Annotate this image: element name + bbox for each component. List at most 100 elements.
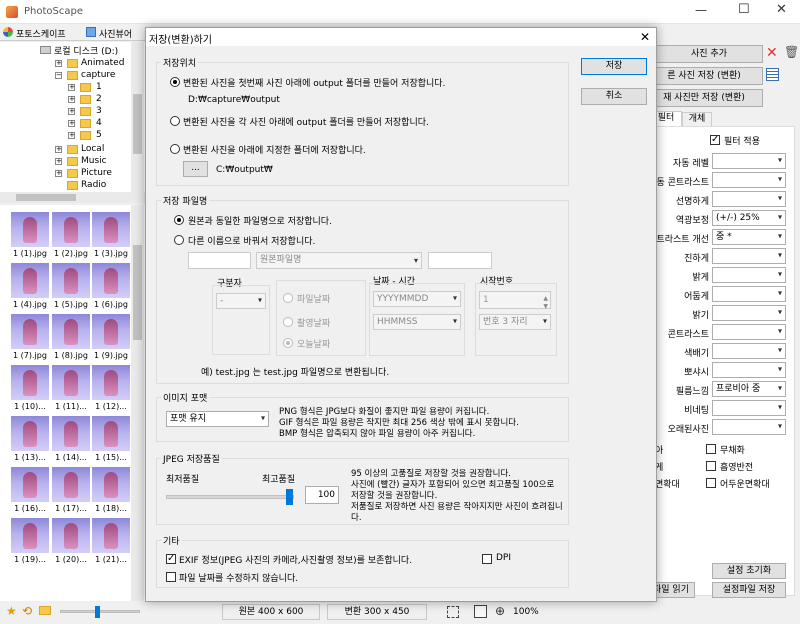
save-current-button[interactable]: 재 사진만 저장 (변환) [645,89,763,107]
filter-select[interactable] [712,419,786,435]
delete-icon[interactable]: ✕ [766,45,778,61]
photo-thumbnail[interactable] [92,467,130,502]
jpeg-quality-input[interactable]: 100 [305,486,339,504]
photo-thumbnail[interactable] [11,212,49,247]
expand-icon[interactable]: + [68,108,75,115]
expand-icon[interactable]: + [68,132,75,139]
reset-settings-button[interactable]: 설정 초기화 [712,563,786,579]
filter-select[interactable] [712,248,786,264]
photo-thumbnail[interactable] [52,212,90,247]
filter-select[interactable] [712,191,786,207]
filter-select[interactable] [712,305,786,321]
minimize-icon[interactable]: — [695,3,707,17]
tree-hscroll-thumb[interactable] [16,194,76,201]
photo-thumbnail[interactable] [11,314,49,349]
filter-select[interactable] [712,343,786,359]
browse-button[interactable]: ... [183,161,208,177]
thumb-size-slider-handle[interactable] [95,606,100,618]
filename-radio-rename[interactable] [174,235,184,245]
add-photo-button[interactable]: 사진 추가 [655,45,763,63]
expand-icon[interactable]: + [55,170,62,177]
zoom-icon[interactable]: ⊕ [495,604,505,618]
format-select[interactable]: 포맷 유지 [166,411,269,427]
filter-apply-checkbox[interactable] [710,133,720,146]
photo-thumbnail[interactable] [11,416,49,451]
rotate-icon[interactable]: ⟲ [22,604,32,618]
digits-select[interactable]: 번호 3 자리 [479,314,551,330]
photo-thumbnail[interactable] [92,314,130,349]
thumb-scroll-thumb[interactable] [133,245,142,340]
tree-scrollbar[interactable] [131,42,144,192]
save-button[interactable]: 저장 [581,58,647,75]
tab-photoscape[interactable]: 포토스케이프 [16,27,66,40]
tab-object[interactable]: 개체 [682,112,712,126]
start-number-stepper[interactable]: 1 ▲ ▼ [479,291,551,310]
filter-select[interactable]: (+/-) 25% [712,210,786,226]
expand-icon[interactable]: + [68,84,75,91]
photo-thumbnail[interactable] [11,467,49,502]
photo-thumbnail[interactable] [52,365,90,400]
photo-thumbnail[interactable] [11,518,49,553]
photo-thumbnail[interactable] [11,263,49,298]
tree-scroll-thumb[interactable] [133,94,142,154]
photo-thumbnail[interactable] [11,365,49,400]
filter-select[interactable]: 프로비아 중 [712,381,786,397]
dialog-close-icon[interactable]: ✕ [640,30,650,44]
cancel-button[interactable]: 취소 [581,88,647,105]
keep-date-checkbox[interactable] [166,572,176,582]
filter-select[interactable] [712,267,786,283]
compare-icon[interactable] [447,606,459,618]
filter-select[interactable] [712,324,786,340]
star-icon[interactable]: ★ [6,604,17,618]
effect-checkbox[interactable] [706,461,716,471]
expand-icon[interactable]: + [68,120,75,127]
collapse-icon[interactable]: − [55,72,62,79]
folder-tree[interactable]: 로컬 디스크 (D:) + Animated − capture +1 +2 +3 … [0,42,145,192]
save-other-button[interactable]: 른 사진 저장 (변환) [645,67,763,85]
time-format-select[interactable]: HHMMSS [373,314,461,330]
dpi-checkbox[interactable] [482,554,492,564]
tab-viewer[interactable]: 사진뷰어 [99,27,132,40]
date-radio-file[interactable] [283,293,293,303]
photo-thumbnail[interactable] [92,365,130,400]
list-icon[interactable] [766,68,779,81]
effect-checkbox[interactable] [706,444,716,454]
location-radio-first[interactable] [170,77,180,87]
close-window-icon[interactable]: ✕ [776,2,787,17]
thumbnail-grid[interactable]: 1 (1).jpg 1 (2).jpg 1 (3).jpg 1 (4).jpg 1 (5… [0,205,145,601]
maximize-icon[interactable]: ☐ [738,2,750,17]
date-format-select[interactable]: YYYYMMDD [373,291,461,307]
filename-radio-same[interactable] [174,215,184,225]
filter-select[interactable] [712,400,786,416]
photo-thumbnail[interactable] [52,314,90,349]
photo-thumbnail[interactable] [52,467,90,502]
expand-icon[interactable]: + [55,146,62,153]
tree-hscrollbar[interactable] [0,192,145,203]
photo-thumbnail[interactable] [52,416,90,451]
date-radio-today[interactable] [283,338,293,348]
jpeg-quality-handle[interactable] [286,489,293,505]
photo-thumbnail[interactable] [92,263,130,298]
photo-thumbnail[interactable] [52,518,90,553]
effect-checkbox[interactable] [706,478,716,488]
filename-prefix-input[interactable] [188,252,251,269]
expand-icon[interactable]: + [55,60,62,67]
date-radio-shot[interactable] [283,317,293,327]
filter-select[interactable] [712,286,786,302]
filename-name-select[interactable]: 원본파일명 [256,252,422,269]
stepper-down-icon[interactable]: ▼ [543,299,548,315]
photo-thumbnail[interactable] [52,263,90,298]
folder-open-icon[interactable] [39,606,51,615]
trash-icon[interactable]: 🗑 [784,45,799,59]
exif-checkbox[interactable] [166,552,176,565]
filter-select[interactable] [712,153,786,169]
location-radio-each[interactable] [170,116,180,126]
thumb-size-slider[interactable] [60,606,140,618]
jpeg-quality-slider[interactable] [166,489,294,505]
save-settings-button[interactable]: 설정파일 저장 [712,582,786,598]
photo-thumbnail[interactable] [92,518,130,553]
expand-icon[interactable]: + [68,96,75,103]
filter-select[interactable] [712,172,786,188]
filter-select[interactable] [712,362,786,378]
filename-suffix-input[interactable] [428,252,492,269]
